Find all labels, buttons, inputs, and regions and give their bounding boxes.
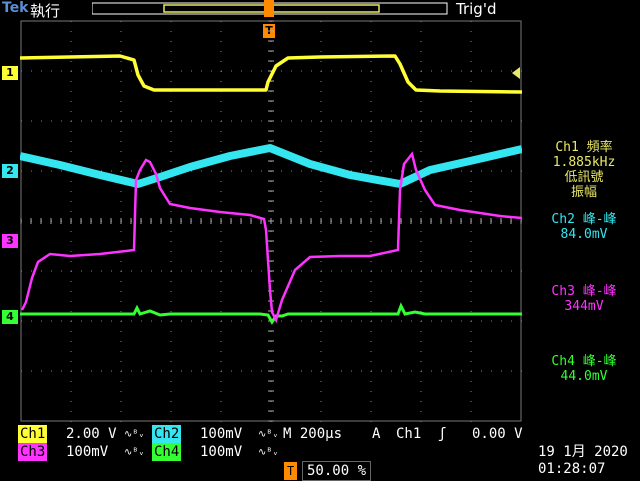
measurement-value: 344mV (564, 299, 604, 314)
ch3-label[interactable]: Ch3 (18, 443, 48, 461)
bandwidth-icon: ∿ᴮᵥ (124, 429, 145, 440)
bandwidth-icon: ∿ᴮᵥ (258, 447, 279, 458)
ch1-scale[interactable]: 2.00 V (66, 425, 117, 443)
bandwidth-icon: ∿ᴮᵥ (124, 447, 145, 458)
ch2-trace (20, 144, 522, 188)
measurement-warning: 振幅 (570, 185, 597, 200)
time: 01:28:07 (538, 461, 606, 477)
ch3-ground-marker[interactable]: 3 (2, 234, 18, 248)
bandwidth-icon: ∿ᴮᵥ (258, 429, 279, 440)
measurement-warning: 低訊號 (564, 170, 604, 185)
measurement-title: Ch3 峰-峰 (551, 284, 617, 299)
measurement-title: Ch1 頻率 (555, 140, 613, 155)
trigger-position-icon: T (284, 462, 298, 480)
brand-logo: Tek (2, 0, 29, 16)
measurement-ch1-frequency[interactable]: Ch1 頻率 1.885kHz 低訊號 振幅 (528, 140, 640, 200)
trigger-position[interactable]: 50.00 % (302, 461, 372, 481)
measurement-ch4-pkpk[interactable]: Ch4 峰-峰 44.0mV (528, 354, 640, 384)
graticule (20, 20, 522, 422)
ch4-scale[interactable]: 100mV (200, 443, 242, 461)
record-view-bar (92, 0, 448, 17)
ch2-label[interactable]: Ch2 (152, 425, 182, 443)
ch4-ground-marker[interactable]: 4 (2, 310, 18, 324)
date-time: 19 1月 2020 01:28:07 (538, 444, 628, 478)
measurement-value: 84.0mV (560, 227, 608, 242)
trigger-status: Trig'd (456, 0, 497, 18)
ch1-label[interactable]: Ch1 (18, 425, 48, 443)
trigger-source[interactable]: Ch1 (396, 425, 421, 443)
waveform-display[interactable] (20, 20, 522, 422)
measurement-title: Ch4 峰-峰 (551, 354, 617, 369)
measurement-title: Ch2 峰-峰 (551, 212, 617, 227)
timebase[interactable]: M 200µs (283, 425, 342, 443)
ch3-scale[interactable]: 100mV (66, 443, 108, 461)
trigger-mode[interactable]: A (372, 425, 380, 443)
date: 19 1月 2020 (538, 444, 628, 460)
ch4-label[interactable]: Ch4 (152, 443, 182, 461)
measurement-value: 1.885kHz (552, 155, 616, 170)
acquisition-state: 執行 (30, 2, 61, 20)
trigger-level[interactable]: 0.00 V (472, 425, 523, 443)
ch1-ground-marker[interactable]: 1 (2, 66, 18, 80)
trigger-slope-icon[interactable]: ʃ (438, 425, 446, 443)
measurement-value: 44.0mV (560, 369, 608, 384)
measurement-ch2-pkpk[interactable]: Ch2 峰-峰 84.0mV (528, 212, 640, 242)
ch2-scale[interactable]: 100mV (200, 425, 242, 443)
ch2-ground-marker[interactable]: 2 (2, 164, 18, 178)
ch3-trace (20, 151, 522, 324)
status-bar: Tek 執行 Trig'd (0, 0, 640, 20)
measurement-ch3-pkpk[interactable]: Ch3 峰-峰 344mV (528, 284, 640, 314)
